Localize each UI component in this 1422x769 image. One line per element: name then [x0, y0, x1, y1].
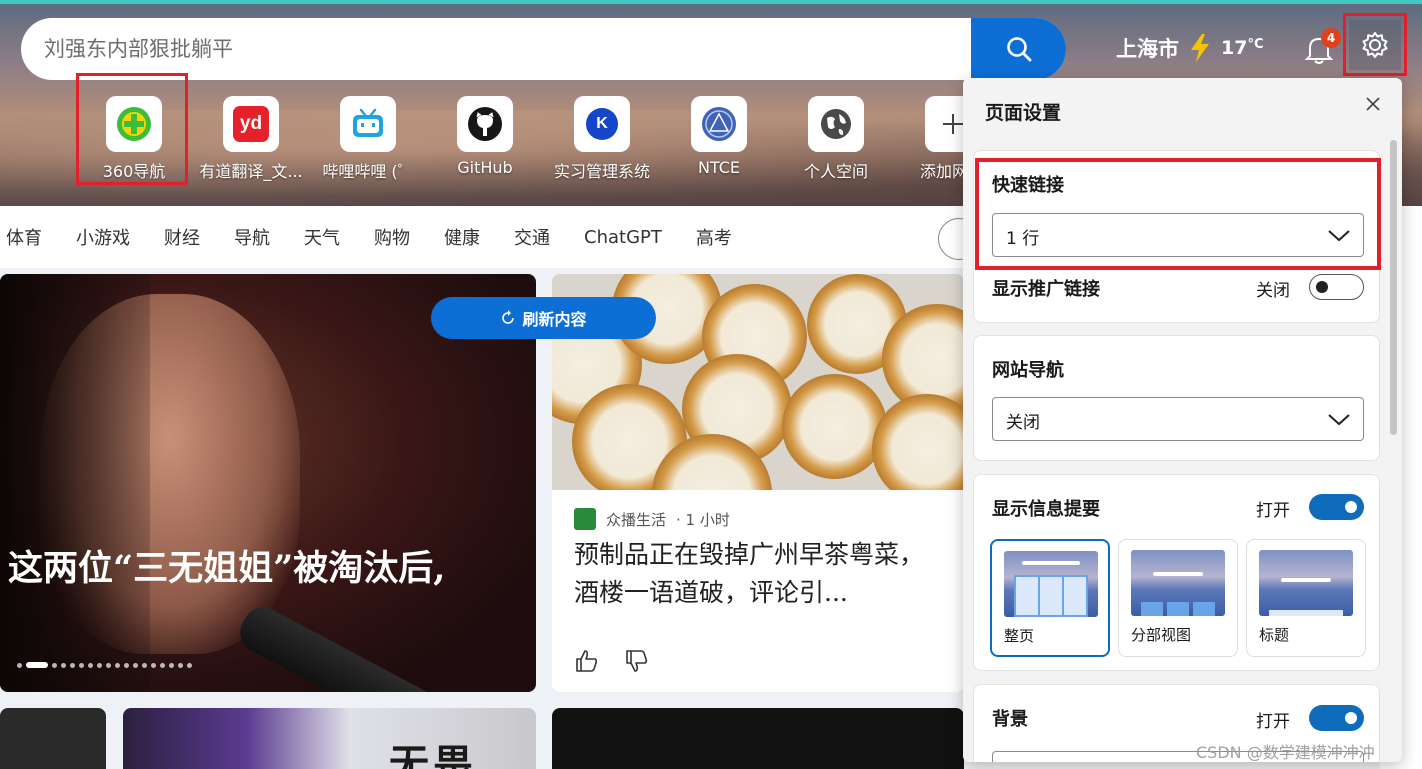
refresh-label: 刷新内容: [522, 310, 587, 329]
weather-widget[interactable]: 上海市 17°C: [1116, 33, 1264, 63]
gear-icon: [1362, 31, 1388, 58]
thumbs-up-icon[interactable]: [574, 648, 600, 674]
quick-link-youdao[interactable]: yd 有道翻译_文...: [192, 96, 310, 182]
close-button[interactable]: [1361, 92, 1385, 116]
weather-city: 上海市: [1116, 37, 1179, 61]
lightning-icon: [1191, 34, 1209, 62]
info-summary-toggle[interactable]: [1309, 494, 1364, 520]
background-toggle[interactable]: [1309, 705, 1364, 731]
news-title[interactable]: 预制品正在毁掉广州早茶粤菜，酒楼一语道破，评论引...: [574, 536, 944, 612]
panel-title: 页面设置: [985, 102, 1062, 124]
youdao-icon: yd: [223, 96, 279, 152]
quick-link-label: 哔哩哔哩 (゜: [322, 162, 414, 181]
refresh-content-button[interactable]: 刷新内容: [431, 297, 656, 339]
promoted-links-toggle[interactable]: [1309, 274, 1364, 300]
nav-item-sports[interactable]: 体育: [6, 224, 42, 250]
nav-item-navigation[interactable]: 导航: [234, 224, 270, 250]
quick-link-personal-space[interactable]: 个人空间: [777, 96, 895, 182]
watermark: CSDN @数学建模冲冲冲: [1196, 743, 1375, 762]
plus-icon: [925, 96, 963, 152]
page-settings-panel: 页面设置 快速链接 1 行 显示推广链接 关闭 网站导航 关闭 显示信息提要 打…: [963, 78, 1402, 762]
layout-option-full-page[interactable]: 整页: [990, 539, 1110, 657]
news-source: 众播生活 · 1 小时: [574, 508, 730, 530]
nav-item-shopping[interactable]: 购物: [374, 224, 410, 250]
search-icon: [1006, 37, 1031, 62]
info-summary-label: 显示信息提要: [992, 499, 1100, 520]
search-button[interactable]: [971, 18, 1066, 80]
panel-scrollbar[interactable]: [1390, 140, 1397, 435]
nav-item-traffic[interactable]: 交通: [514, 224, 550, 250]
refresh-icon: [502, 310, 515, 324]
quick-link-bilibili[interactable]: 哔哩哔哩 (゜: [309, 96, 427, 182]
quick-link-add[interactable]: 添加网站: [894, 96, 963, 182]
bilibili-icon: [340, 96, 396, 152]
background-state: 打开: [1256, 712, 1290, 732]
layout-option-partial-view[interactable]: 分部视图: [1118, 539, 1238, 657]
hero-news-title[interactable]: 这两位“三无姐姐”被淘汰后,: [8, 540, 445, 591]
quick-link-ntce[interactable]: NTCE: [660, 96, 778, 177]
ntce-icon: [691, 96, 747, 152]
thumbs-down-icon[interactable]: [624, 648, 650, 674]
search-input[interactable]: [21, 18, 971, 80]
layout-option-headings[interactable]: 标题: [1246, 539, 1366, 657]
globe-icon: [808, 96, 864, 152]
nav-item-games[interactable]: 小游戏: [76, 224, 130, 250]
carousel-dots[interactable]: [17, 662, 192, 668]
news-card[interactable]: 无畏: [123, 708, 536, 769]
weather-temperature: 17°C: [1221, 37, 1264, 59]
nav-item-finance[interactable]: 财经: [164, 224, 200, 250]
promoted-links-label: 显示推广链接: [992, 279, 1100, 300]
github-icon: [457, 96, 513, 152]
info-summary-state: 打开: [1256, 501, 1290, 521]
news-image-text: 无畏: [389, 742, 477, 769]
quick-link-label: 有道翻译_文...: [199, 162, 303, 181]
quick-link-label: 个人空间: [803, 162, 868, 181]
news-card[interactable]: [0, 708, 106, 769]
close-icon: [1366, 97, 1380, 111]
chevron-down-icon: [1328, 414, 1350, 426]
promoted-links-state: 关闭: [1256, 281, 1290, 301]
quick-link-label: NTCE: [697, 158, 741, 177]
search-bar: [21, 18, 1066, 80]
info-summary-section: 显示信息提要 打开 整页 分部视图 标题: [973, 474, 1380, 671]
site-nav-section: 网站导航 关闭: [973, 335, 1380, 461]
nav-item-gaokao[interactable]: 高考: [696, 224, 732, 250]
nav-item-weather[interactable]: 天气: [304, 224, 340, 250]
background-label: 背景: [992, 709, 1028, 730]
nav-item-health[interactable]: 健康: [444, 224, 480, 250]
source-logo-icon: [574, 508, 596, 530]
highlight-box: [76, 73, 188, 185]
site-nav-select[interactable]: 关闭: [992, 397, 1364, 441]
site-nav-label: 网站导航: [992, 360, 1064, 381]
quick-link-label: 实习管理系统: [553, 162, 650, 181]
settings-button[interactable]: [1343, 13, 1407, 76]
notification-badge: 4: [1321, 28, 1341, 48]
nav-item-chatgpt[interactable]: ChatGPT: [584, 227, 662, 248]
k-icon: K: [574, 96, 630, 152]
quick-link-internship[interactable]: K 实习管理系统: [543, 96, 661, 182]
highlight-box: [975, 158, 1381, 270]
quick-link-label: 添加网站: [920, 162, 963, 181]
news-card[interactable]: [552, 708, 964, 769]
quick-link-github[interactable]: GitHub: [426, 96, 544, 177]
quick-link-label: GitHub: [457, 158, 513, 177]
